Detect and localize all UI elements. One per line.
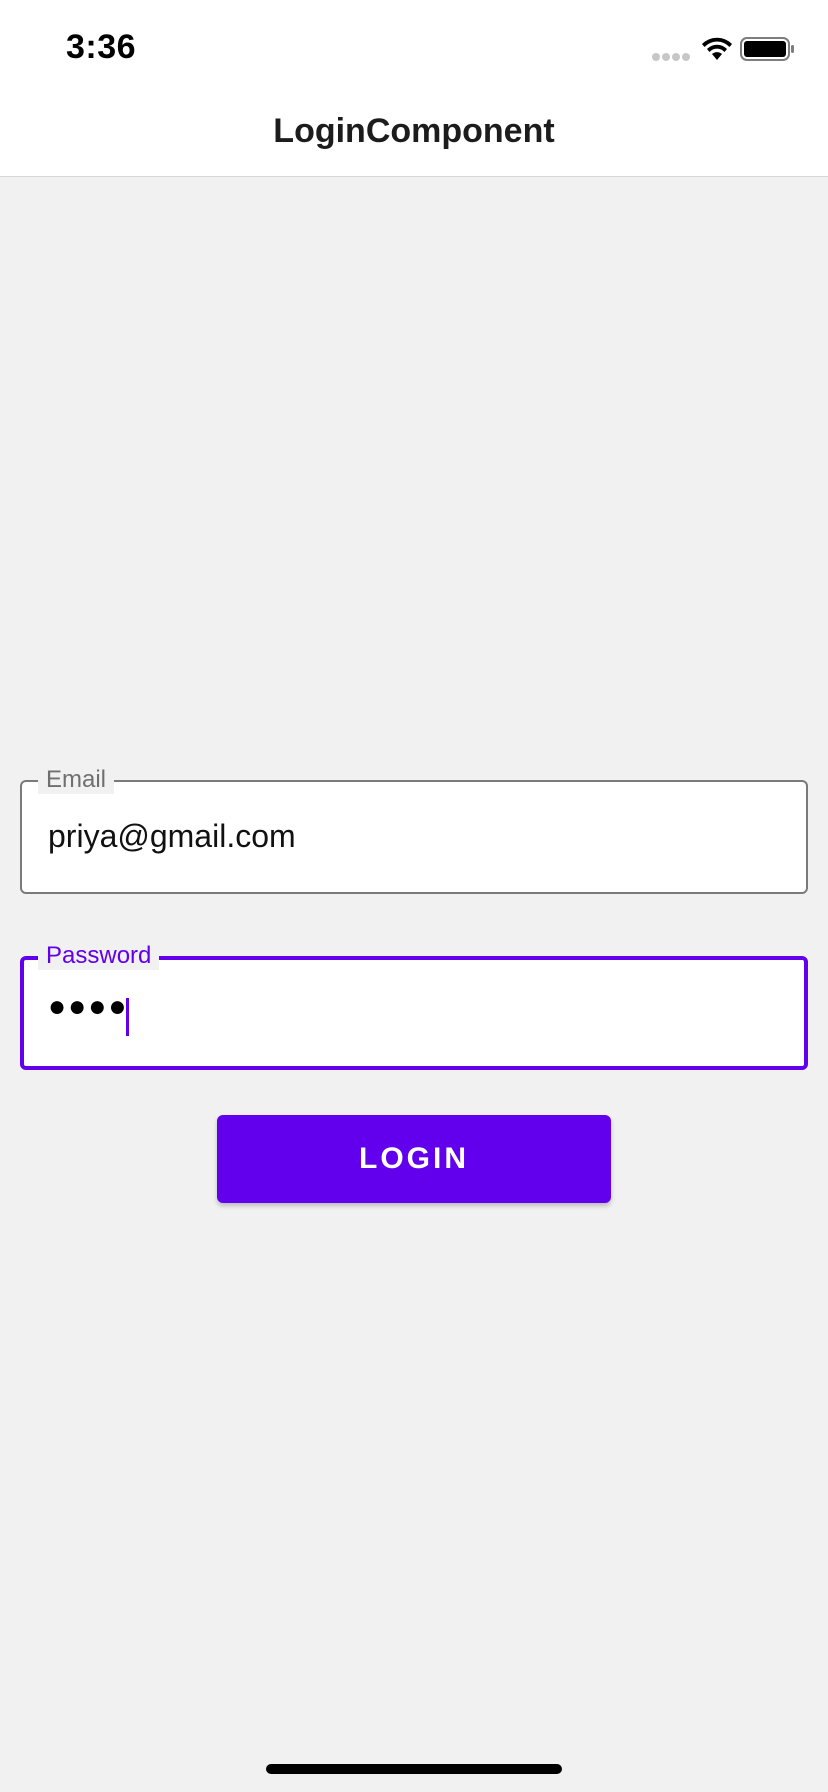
password-field[interactable]: Password ●●●● — [20, 942, 808, 1070]
page-title: LoginComponent — [273, 112, 555, 150]
email-field-value: priya@gmail.com — [48, 818, 296, 854]
status-bar: 3:36 — [0, 0, 828, 92]
email-field[interactable]: Email priya@gmail.com — [20, 766, 808, 894]
text-cursor — [126, 998, 129, 1036]
signal-dots-icon — [652, 53, 690, 61]
status-time: 3:36 — [66, 28, 137, 66]
home-indicator[interactable] — [266, 1764, 562, 1774]
wifi-icon — [702, 37, 732, 60]
email-field-label: Email — [38, 766, 115, 794]
password-field-label: Password — [38, 942, 160, 970]
battery-icon — [740, 37, 794, 61]
password-field-value: ●●●● — [48, 990, 129, 1023]
navigation-bar: LoginComponent — [0, 92, 828, 177]
login-button[interactable]: LOGIN — [217, 1115, 611, 1203]
login-screen: 3:36 LoginComponent Email priya@gmail.co… — [0, 0, 828, 1792]
